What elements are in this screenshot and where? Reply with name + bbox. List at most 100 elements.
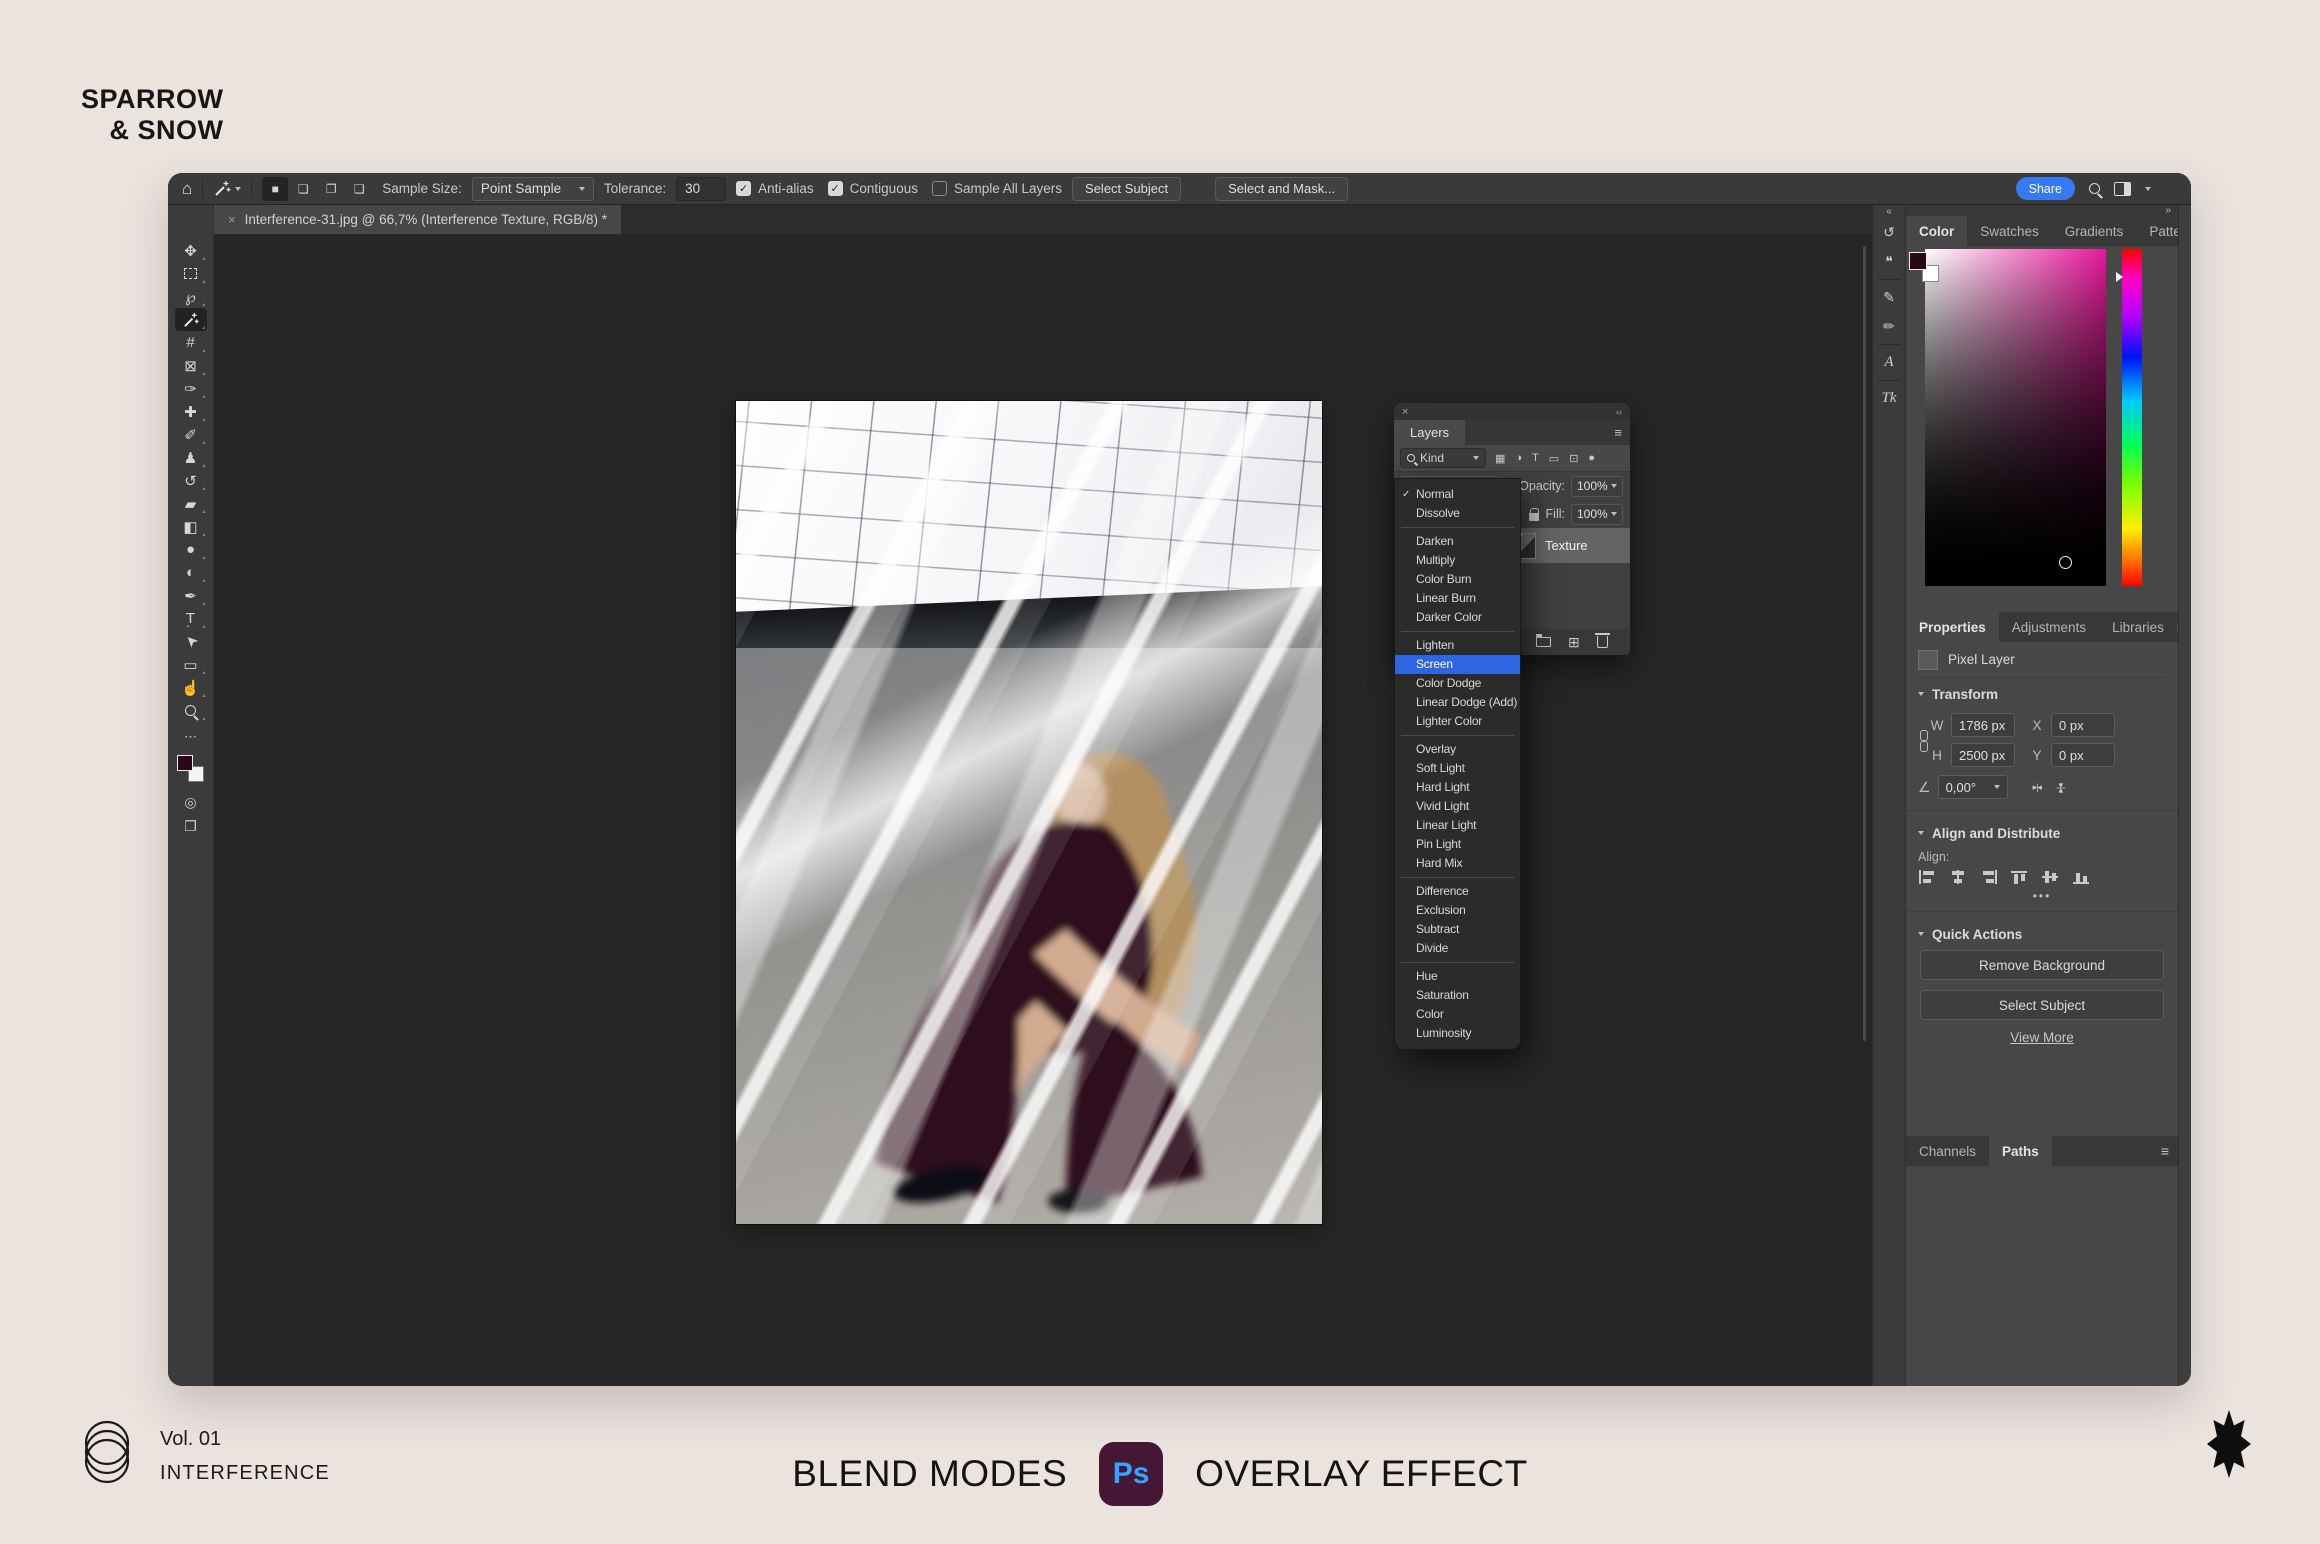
subtract-from-selection-icon[interactable]: ❐ xyxy=(318,177,344,201)
hand-tool-icon[interactable]: ☝ xyxy=(175,676,207,699)
character-styles-panel-icon[interactable]: A xyxy=(1873,348,1906,377)
search-icon[interactable] xyxy=(2089,183,2100,194)
screen-mode-icon[interactable]: ❐ xyxy=(175,814,207,838)
align-section-header[interactable]: Align and Distribute xyxy=(1918,817,2166,849)
link-dimensions-icon[interactable] xyxy=(1918,730,1928,752)
magic-wand-tool-icon[interactable] xyxy=(175,308,207,331)
blend-mode-item-multiply[interactable]: Multiply xyxy=(1395,551,1520,570)
blend-mode-item-vivid-light[interactable]: Vivid Light xyxy=(1395,797,1520,816)
flip-horizontal-icon[interactable]: ▸|◂ xyxy=(2033,782,2041,793)
align-top-icon[interactable] xyxy=(2011,870,2029,884)
layers-panel-titlebar[interactable]: × ‹‹ xyxy=(1394,403,1630,420)
tab-channels[interactable]: Channels xyxy=(1906,1136,1989,1166)
close-icon[interactable]: × xyxy=(228,212,236,227)
blend-mode-item-hue[interactable]: Hue xyxy=(1395,967,1520,986)
brushes-panel-icon[interactable]: ✏ xyxy=(1873,312,1906,341)
add-to-selection-icon[interactable]: ❏ xyxy=(290,177,316,201)
blend-mode-item-pin-light[interactable]: Pin Light xyxy=(1395,835,1520,854)
fill-select[interactable]: 100% xyxy=(1571,504,1623,525)
blend-mode-item-hard-mix[interactable]: Hard Mix xyxy=(1395,854,1520,873)
color-swatches[interactable] xyxy=(177,755,204,782)
active-tool-preset[interactable] xyxy=(213,179,241,198)
checkbox-icon[interactable]: ✓ xyxy=(736,181,751,196)
blend-mode-item-divide[interactable]: Divide xyxy=(1395,939,1520,958)
quick-mask-icon[interactable]: ◎ xyxy=(175,790,207,814)
transform-section-header[interactable]: Transform xyxy=(1918,678,2166,710)
filter-type-layers-icon[interactable]: T xyxy=(1532,452,1539,464)
sample-size-select[interactable]: Point Sample xyxy=(472,177,594,201)
panel-collapse-icon[interactable]: ‹‹ xyxy=(1616,407,1622,417)
glyphs-panel-icon[interactable]: Tk xyxy=(1873,384,1906,413)
chevron-down-icon[interactable] xyxy=(2145,187,2151,191)
tab-paths[interactable]: Paths xyxy=(1989,1136,2052,1166)
tab-gradients[interactable]: Gradients xyxy=(2052,216,2137,246)
align-center-vertical-icon[interactable] xyxy=(2042,870,2060,884)
home-icon[interactable]: ⌂ xyxy=(182,179,192,199)
align-center-horizontal-icon[interactable] xyxy=(1949,870,1967,884)
filter-attribute-icon[interactable]: ● xyxy=(1588,452,1595,464)
quick-actions-header[interactable]: Quick Actions xyxy=(1918,918,2166,950)
color-cursor[interactable] xyxy=(2059,556,2072,569)
marquee-tool-icon[interactable] xyxy=(175,262,207,285)
panels-expand-icon[interactable]: » xyxy=(1906,205,2178,216)
clone-stamp-tool-icon[interactable]: ♟ xyxy=(175,446,207,469)
rect-shape-tool-icon[interactable]: ▭ xyxy=(175,653,207,676)
checkbox-icon[interactable] xyxy=(932,181,947,196)
blend-mode-item-screen[interactable]: Screen xyxy=(1395,655,1520,674)
tab-color[interactable]: Color xyxy=(1906,216,1967,246)
blend-mode-item-color-dodge[interactable]: Color Dodge xyxy=(1395,674,1520,693)
blend-mode-item-overlay[interactable]: Overlay xyxy=(1395,740,1520,759)
new-group-icon[interactable] xyxy=(1536,637,1551,647)
tab-properties[interactable]: Properties xyxy=(1906,612,1999,642)
tab-swatches[interactable]: Swatches xyxy=(1967,216,2052,246)
blend-mode-item-linear-dodge-add-[interactable]: Linear Dodge (Add) xyxy=(1395,693,1520,712)
blend-mode-item-linear-light[interactable]: Linear Light xyxy=(1395,816,1520,835)
brush-settings-panel-icon[interactable]: ✎ xyxy=(1873,283,1906,312)
checkbox-anti-alias[interactable]: ✓Anti-alias xyxy=(736,181,814,196)
intersect-selection-icon[interactable]: ❑ xyxy=(346,177,372,201)
document-canvas[interactable] xyxy=(736,401,1322,1224)
y-input[interactable]: 0 px xyxy=(2051,743,2115,767)
crop-tool-icon[interactable]: # xyxy=(175,331,207,354)
blend-mode-item-darker-color[interactable]: Darker Color xyxy=(1395,608,1520,627)
hue-slider[interactable] xyxy=(2122,249,2142,586)
filter-shape-layers-icon[interactable]: ▭ xyxy=(1549,452,1559,465)
history-brush-tool-icon[interactable]: ↺ xyxy=(175,469,207,492)
blur-tool-icon[interactable]: ● xyxy=(175,538,207,561)
view-more-link[interactable]: View More xyxy=(1918,1030,2166,1045)
blend-mode-item-lighten[interactable]: Lighten xyxy=(1395,636,1520,655)
canvas-scrollbar[interactable] xyxy=(1863,246,1866,1041)
move-tool-icon[interactable]: ✥ xyxy=(175,239,207,262)
blend-mode-item-subtract[interactable]: Subtract xyxy=(1395,920,1520,939)
blend-mode-item-soft-light[interactable]: Soft Light xyxy=(1395,759,1520,778)
checkbox-sample-all-layers[interactable]: Sample All Layers xyxy=(932,181,1062,196)
lasso-tool-icon[interactable]: ℘ xyxy=(175,285,207,308)
eyedropper-tool-icon[interactable]: ✑ xyxy=(175,377,207,400)
select-subject-button[interactable]: Select Subject xyxy=(1072,177,1181,201)
dock-collapse-icon[interactable]: « xyxy=(1886,205,1892,218)
blend-mode-item-color[interactable]: Color xyxy=(1395,1005,1520,1024)
healing-brush-tool-icon[interactable]: ✚ xyxy=(175,400,207,423)
saturation-field[interactable] xyxy=(1925,249,2106,586)
blend-mode-item-saturation[interactable]: Saturation xyxy=(1395,986,1520,1005)
remove-background-button[interactable]: Remove Background xyxy=(1920,950,2164,980)
blend-mode-item-lighter-color[interactable]: Lighter Color xyxy=(1395,712,1520,731)
blend-mode-item-luminosity[interactable]: Luminosity xyxy=(1395,1024,1520,1043)
tolerance-input[interactable]: 30 xyxy=(676,177,726,201)
hue-slider-marker[interactable] xyxy=(2116,272,2123,282)
foreground-color-swatch[interactable] xyxy=(177,755,193,771)
height-input[interactable]: 2500 px xyxy=(1951,743,2015,767)
select-and-mask-button[interactable]: Select and Mask... xyxy=(1215,177,1348,201)
filter-pixel-layers-icon[interactable]: ▦ xyxy=(1495,452,1505,465)
blend-mode-item-dissolve[interactable]: Dissolve xyxy=(1395,504,1520,523)
slice-tool-icon[interactable]: ⊠ xyxy=(175,354,207,377)
layer-filter-select[interactable]: Kind xyxy=(1400,448,1486,468)
gradient-tool-icon[interactable]: ◧ xyxy=(175,515,207,538)
flip-vertical-icon[interactable]: ▸|◂ xyxy=(2056,783,2067,791)
blend-mode-item-difference[interactable]: Difference xyxy=(1395,882,1520,901)
blend-mode-item-exclusion[interactable]: Exclusion xyxy=(1395,901,1520,920)
delete-layer-icon[interactable] xyxy=(1597,636,1608,648)
checkbox-contiguous[interactable]: ✓Contiguous xyxy=(828,181,918,196)
lock-icon[interactable] xyxy=(1529,513,1539,521)
new-selection-icon[interactable]: ■ xyxy=(262,177,288,201)
